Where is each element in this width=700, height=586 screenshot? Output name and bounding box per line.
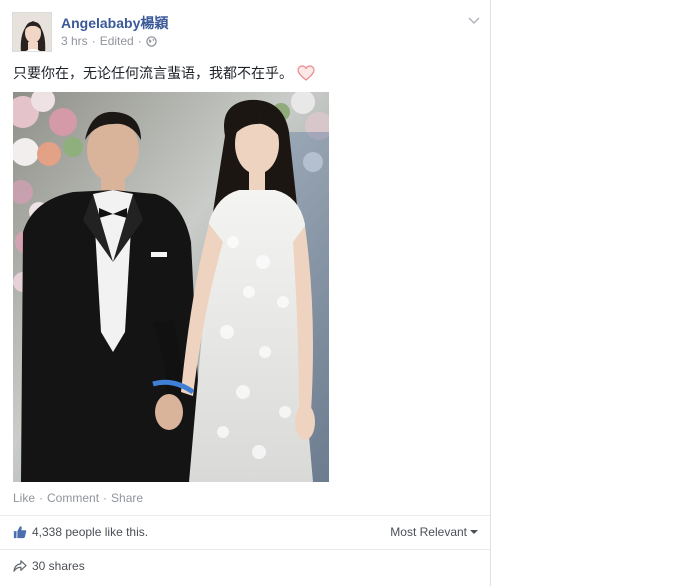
globe-icon[interactable] bbox=[145, 35, 157, 47]
author-name[interactable]: Angelababy楊穎 bbox=[61, 13, 168, 33]
heart-icon bbox=[297, 65, 315, 81]
avatar[interactable] bbox=[12, 12, 52, 52]
post-text: 只要你在，无论任何流言蜚语，我都不在乎。 bbox=[13, 63, 315, 83]
edited-label[interactable]: Edited bbox=[100, 34, 134, 48]
like-link[interactable]: Like bbox=[13, 491, 35, 505]
action-separator: · bbox=[103, 491, 108, 505]
post-card: Angelababy楊穎 3 hrs · Edited · 只要你在，无论任何流… bbox=[0, 0, 491, 586]
photo-image bbox=[13, 92, 329, 482]
share-arrow-icon bbox=[13, 560, 27, 572]
comment-link[interactable]: Comment bbox=[47, 491, 99, 505]
post-time[interactable]: 3 hrs bbox=[61, 34, 88, 48]
post-meta: 3 hrs · Edited · bbox=[61, 34, 157, 48]
sort-label: Most Relevant bbox=[390, 525, 467, 539]
likes-count[interactable]: 4,338 people like this. bbox=[32, 525, 148, 539]
thumbs-up-icon bbox=[13, 525, 27, 539]
avatar-image bbox=[13, 13, 51, 51]
meta-separator: · bbox=[137, 34, 142, 48]
divider bbox=[0, 515, 490, 516]
divider bbox=[0, 549, 490, 550]
post-actions: Like · Comment · Share bbox=[13, 491, 143, 505]
post-message: 只要你在，无论任何流言蜚语，我都不在乎。 bbox=[13, 65, 293, 81]
meta-separator: · bbox=[91, 34, 96, 48]
share-link[interactable]: Share bbox=[111, 491, 143, 505]
action-separator: · bbox=[39, 491, 44, 505]
chevron-down-icon[interactable] bbox=[466, 12, 482, 28]
likes-summary[interactable]: 4,338 people like this. bbox=[13, 525, 148, 539]
post-photo[interactable] bbox=[13, 92, 329, 482]
sort-dropdown[interactable]: Most Relevant bbox=[390, 525, 478, 539]
shares-count[interactable]: 30 shares bbox=[32, 559, 85, 573]
caret-down-icon bbox=[470, 529, 478, 535]
shares-summary[interactable]: 30 shares bbox=[13, 559, 85, 573]
